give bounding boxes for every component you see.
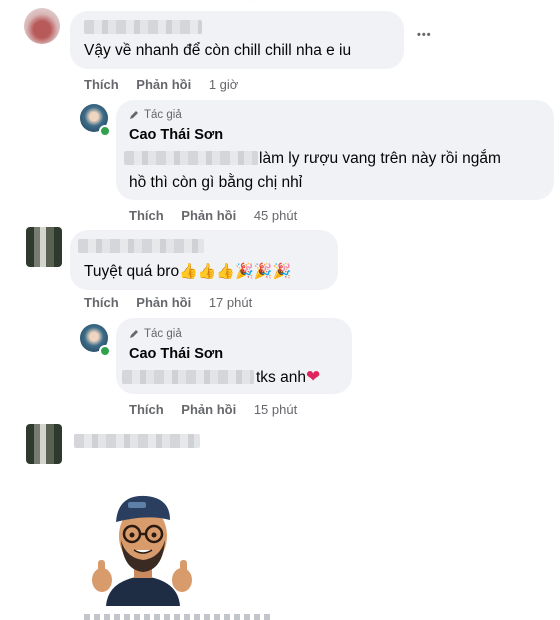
author-badge-label: Tác giả: [144, 328, 182, 340]
blurred-mention: [124, 151, 258, 165]
comment-bubble: Tuyệt quá bro👍👍👍🎉🎉🎉: [70, 230, 338, 290]
like-button[interactable]: Thích: [129, 402, 164, 417]
comment-content: Tuyệt quá bro👍👍👍🎉🎉🎉: [84, 259, 291, 285]
comment-text-line2: hồ thì còn gì bằng chị nhỉ: [129, 174, 303, 191]
heart-icon: ❤: [305, 367, 321, 386]
reply-button[interactable]: Phản hồi: [181, 402, 236, 417]
like-button[interactable]: Thích: [84, 295, 119, 310]
timestamp: 1 giờ: [208, 77, 239, 92]
comment-bubble: Tác giả Cao Thái Sơn làm ly rượu vang tr…: [116, 100, 554, 200]
timestamp: 45 phút: [253, 208, 298, 223]
comment-actions: Thích Phản hồi 1 giờ: [84, 77, 238, 92]
reply-button[interactable]: Phản hồi: [136, 77, 191, 92]
author-badge: Tác giả: [128, 328, 182, 340]
author-badge-label: Tác giả: [144, 109, 182, 121]
comment-text: Tuyệt quá bro: [84, 263, 180, 280]
blurred-name: [84, 20, 202, 34]
more-options-icon[interactable]: •••: [417, 29, 432, 41]
emoji-sequence: 👍👍👍🎉🎉🎉: [179, 263, 292, 280]
like-button[interactable]: Thích: [129, 208, 164, 223]
cropped-action-row: [130, 0, 330, 2]
pen-icon: [130, 330, 138, 338]
comment-actions: Thích Phản hồi 15 phút: [129, 402, 297, 417]
online-status-dot: [99, 345, 111, 357]
comment-text-line1: làm ly rượu vang trên này rồi ngắm: [259, 150, 501, 167]
like-button[interactable]: Thích: [84, 77, 119, 92]
commenter-name[interactable]: Cao Thái Sơn: [129, 127, 223, 143]
comment-content: tks anh❤: [256, 365, 320, 391]
timestamp: 17 phút: [208, 295, 253, 310]
commenter-name[interactable]: Cao Thái Sơn: [129, 346, 223, 362]
comment-text: Vậy về nhanh để còn chill chill nha e iu: [84, 42, 352, 59]
avatar[interactable]: [26, 227, 62, 267]
reply-button[interactable]: Phản hồi: [136, 295, 191, 310]
avatar[interactable]: [26, 424, 62, 464]
avatar[interactable]: [24, 8, 60, 44]
online-status-dot: [99, 125, 111, 137]
comment-actions: Thích Phản hồi 17 phút: [84, 295, 252, 310]
comment-bubble: Tác giả Cao Thái Sơn tks anh❤: [116, 318, 352, 394]
comment-actions: Thích Phản hồi 45 phút: [129, 208, 297, 223]
thumbs-up-sticker[interactable]: [88, 488, 198, 606]
author-badge: Tác giả: [128, 109, 182, 121]
blurred-mention: [122, 370, 254, 384]
reply-button[interactable]: Phản hồi: [181, 208, 236, 223]
blurred-name: [78, 239, 204, 253]
timestamp: 15 phút: [253, 402, 298, 417]
cropped-action-row: [84, 614, 274, 620]
blurred-name: [74, 434, 200, 448]
comment-bubble: Vậy về nhanh để còn chill chill nha e iu: [70, 11, 404, 69]
pen-icon: [130, 111, 138, 119]
comment-text: tks anh: [256, 369, 306, 386]
